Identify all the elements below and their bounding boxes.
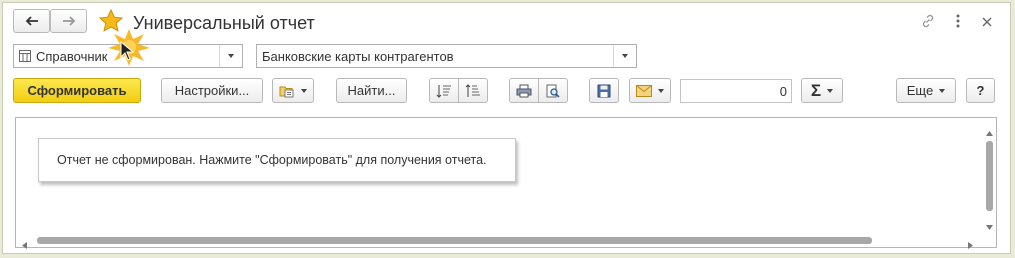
scroll-left-icon[interactable] (22, 237, 27, 252)
sum-button[interactable]: Σ (801, 78, 843, 103)
link-icon[interactable] (920, 13, 936, 32)
mouse-cursor-icon (120, 40, 135, 64)
sort-ascending-icon (436, 84, 452, 98)
floppy-disk-icon (597, 84, 611, 98)
page-title: Универсальный отчет (133, 13, 315, 33)
more-button-label: Еще (906, 83, 934, 98)
report-variant-field[interactable]: Банковские карты контрагентов (256, 44, 637, 68)
chevron-down-icon (827, 88, 834, 93)
vertical-scroll-thumb[interactable] (986, 141, 993, 211)
chevron-down-icon (939, 88, 946, 93)
vertical-scrollbar[interactable] (985, 124, 994, 230)
chevron-down-icon (658, 88, 664, 93)
report-window: Универсальный отчет Справочник Банковски… (2, 2, 1011, 254)
close-icon[interactable] (982, 15, 992, 30)
settings-button[interactable]: Настройки... (161, 78, 263, 103)
report-variant-dropdown-button[interactable] (613, 45, 636, 67)
report-type-dropdown-button[interactable] (219, 45, 242, 67)
print-preview-icon (545, 84, 561, 98)
save-button[interactable] (589, 78, 619, 103)
scroll-up-icon[interactable] (986, 124, 993, 139)
report-type-value: Справочник (36, 49, 108, 64)
variants-button[interactable] (272, 78, 314, 103)
print-preview-button[interactable] (538, 78, 568, 103)
sort-descending-button[interactable] (458, 78, 488, 103)
chevron-down-icon (228, 54, 234, 58)
horizontal-scrollbar[interactable] (22, 236, 982, 249)
send-email-button[interactable] (629, 78, 671, 103)
catalog-icon (19, 50, 31, 65)
forward-button[interactable] (50, 9, 87, 33)
envelope-icon (636, 84, 652, 97)
report-variant-value: Банковские карты контрагентов (262, 49, 454, 64)
scroll-right-icon[interactable] (968, 237, 973, 252)
sigma-icon: Σ (810, 81, 822, 100)
help-button[interactable]: ? (966, 78, 995, 103)
printer-icon (516, 84, 532, 98)
more-button[interactable]: Еще (896, 78, 956, 103)
amount-field[interactable]: 0 (680, 79, 792, 103)
report-document-area[interactable]: Отчет не сформирован. Нажмите "Сформиров… (15, 117, 997, 249)
generate-button[interactable]: Сформировать (13, 78, 141, 103)
sort-ascending-button[interactable] (429, 78, 459, 103)
scroll-down-icon[interactable] (986, 218, 993, 233)
chevron-down-icon (622, 54, 628, 58)
arrow-right-icon (62, 16, 76, 26)
report-not-generated-message: Отчет не сформирован. Нажмите "Сформиров… (38, 138, 516, 182)
horizontal-scroll-thumb[interactable] (37, 237, 872, 244)
sort-descending-icon (465, 83, 481, 98)
more-vertical-icon[interactable] (955, 13, 961, 32)
chevron-down-icon (301, 88, 307, 93)
back-button[interactable] (13, 9, 50, 33)
folder-report-icon (279, 84, 295, 98)
print-button[interactable] (509, 78, 539, 103)
arrow-left-icon (25, 16, 39, 26)
find-button[interactable]: Найти... (336, 78, 407, 103)
